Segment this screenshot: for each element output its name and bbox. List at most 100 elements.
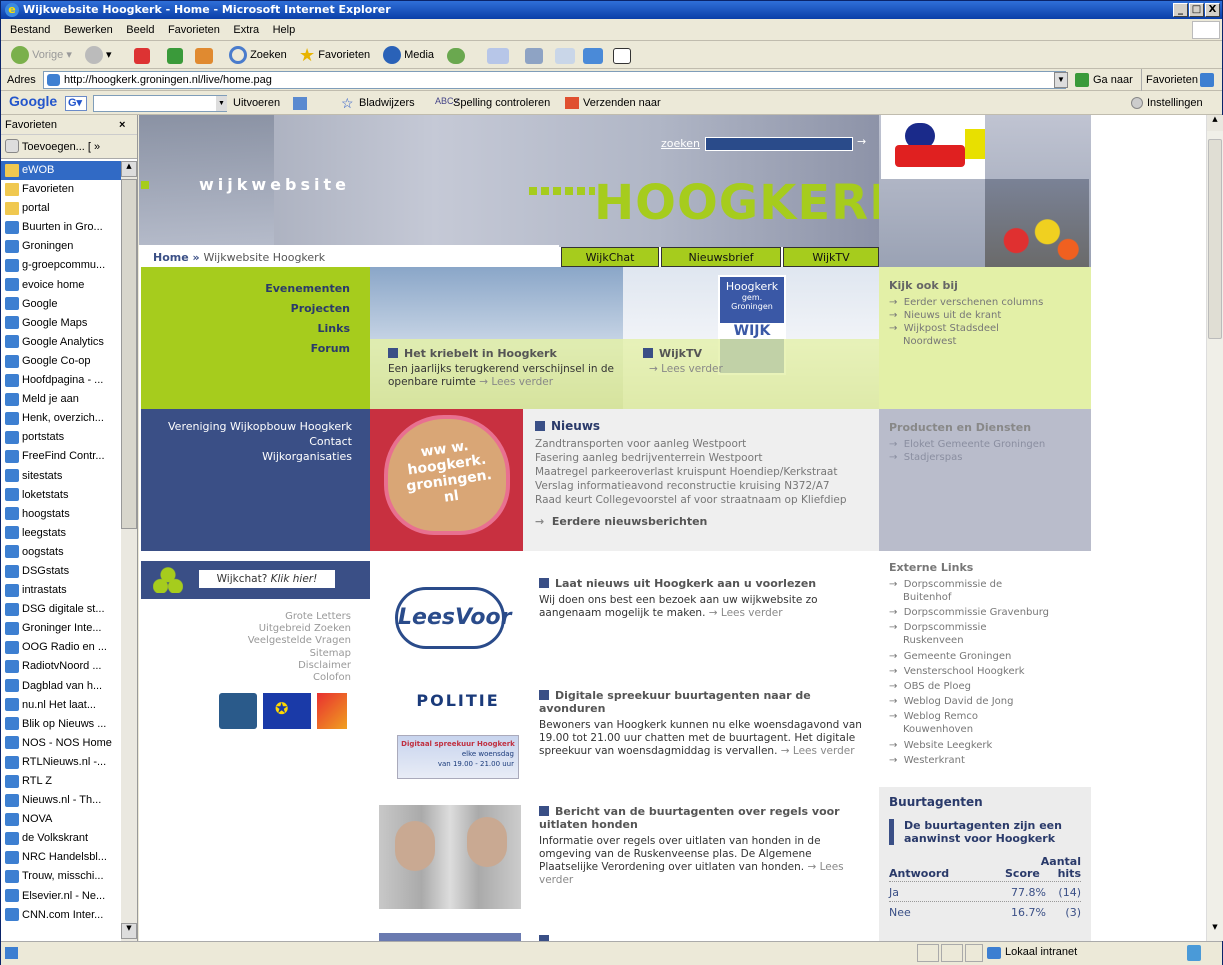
more-news-link[interactable]: → Eerdere nieuwsberichten	[535, 515, 879, 528]
favorite-item[interactable]: sitestats	[1, 467, 121, 486]
link-columns[interactable]: → Eerder verschenen columns	[889, 296, 1091, 309]
favorite-item[interactable]: oogstats	[1, 543, 121, 562]
article3-title[interactable]: Bericht van de buurtagenten over regels …	[539, 805, 869, 831]
external-link[interactable]: → Westerkrant	[889, 754, 1049, 767]
favorite-item[interactable]: NOS - NOS Home	[1, 734, 121, 753]
scroll-down-arrow[interactable]: ▼	[121, 923, 137, 939]
feature1-title[interactable]: Het kriebelt in Hoogkerk	[388, 347, 557, 360]
favorite-item[interactable]: leegstats	[1, 524, 121, 543]
tab-wijktv[interactable]: WijkTV	[783, 247, 879, 267]
favorites-links-button[interactable]: Favorieten	[1141, 69, 1202, 91]
menu-beeld[interactable]: Beeld	[126, 24, 154, 36]
lees-verder-link[interactable]: → Lees verder	[479, 376, 553, 388]
favorite-item[interactable]: de Volkskrant	[1, 829, 121, 848]
link-disclaimer[interactable]: Disclaimer	[141, 660, 351, 672]
link-uitgebreid-zoeken[interactable]: Uitgebreid Zoeken	[141, 623, 351, 635]
favorite-item[interactable]: portstats	[1, 428, 121, 447]
link-wijkpost[interactable]: → Wijkpost Stadsdeel Noordwest	[889, 322, 1039, 348]
favorite-item[interactable]: loketstats	[1, 486, 121, 505]
favorite-item[interactable]: hoogstats	[1, 505, 121, 524]
google-search-dropdown[interactable]: ▼	[216, 96, 227, 111]
favorite-item[interactable]: Elsevier.nl - Ne...	[1, 887, 121, 906]
link-grote-letters[interactable]: Grote Letters	[141, 611, 351, 623]
settings-button[interactable]: Instellingen	[1147, 96, 1203, 111]
bookmarks-button[interactable]: Bladwijzers	[359, 96, 415, 111]
close-button[interactable]: X	[1205, 3, 1220, 17]
favorite-item[interactable]: nu.nl Het laat...	[1, 696, 121, 715]
leesvoor-logo[interactable]: LeesVoor	[383, 577, 513, 657]
favorite-item[interactable]: NOVA	[1, 810, 121, 829]
favorites-button[interactable]: ★ Favorieten	[299, 45, 370, 65]
favorite-item[interactable]: Blik op Nieuws ...	[1, 715, 121, 734]
nav-contact[interactable]: Contact	[141, 434, 352, 449]
minimize-button[interactable]: _	[1173, 3, 1188, 17]
article1-title[interactable]: Laat nieuws uit Hoogkerk aan u voorlezen	[539, 577, 869, 590]
external-link[interactable]: → Weblog Remco Kouwenhoven	[889, 710, 1049, 736]
google-g-icon[interactable]: G▾	[65, 96, 87, 111]
page-scroll-thumb[interactable]	[1208, 139, 1222, 339]
lees-verder-link[interactable]: → Lees verder	[781, 745, 855, 757]
spellcheck-button[interactable]: Spelling controleren	[453, 96, 550, 111]
favorite-item[interactable]: CNN.com Inter...	[1, 906, 121, 925]
nav-evenementen[interactable]: Evenementen	[141, 279, 350, 299]
wijkchat-link[interactable]: Wijkchat? Klik hier!	[199, 570, 335, 588]
link-eloket[interactable]: → Eloket Gemeente Groningen	[889, 438, 1091, 451]
back-button[interactable]: Vorige ▾	[11, 45, 72, 65]
link-sitemap[interactable]: Sitemap	[141, 648, 351, 660]
tab-nieuwsbrief[interactable]: Nieuwsbrief	[661, 247, 781, 267]
favorite-item[interactable]: Hoofdpagina - ...	[1, 371, 121, 390]
favorite-item[interactable]: intrastats	[1, 581, 121, 600]
link-krant[interactable]: → Nieuws uit de krant	[889, 309, 1091, 322]
print-icon[interactable]	[525, 48, 543, 64]
favorite-item[interactable]: DSGstats	[1, 562, 121, 581]
favorite-item[interactable]: Buurten in Gro...	[1, 218, 121, 237]
external-link[interactable]: → Dorpscommissie Ruskenveen	[889, 621, 1049, 647]
news-item[interactable]: Fasering aanleg bedrijventerrein Westpoo…	[535, 451, 879, 465]
link-colofon[interactable]: Colofon	[141, 672, 351, 684]
stop-icon[interactable]	[134, 48, 150, 64]
favorite-item[interactable]: RTL Z	[1, 772, 121, 791]
search-go-arrow-icon[interactable]: →	[857, 135, 866, 148]
research-icon[interactable]	[613, 48, 631, 64]
favorite-item[interactable]: Trouw, misschi...	[1, 867, 121, 886]
sidebar-close-button[interactable]: ×	[119, 115, 125, 135]
google-options-icon[interactable]	[293, 97, 307, 110]
external-link[interactable]: → Website Leegkerk	[889, 739, 1049, 752]
go-button[interactable]: Ga naar	[1093, 69, 1133, 91]
maximize-button[interactable]: □	[1189, 3, 1204, 17]
favorite-item[interactable]: OOG Radio en ...	[1, 638, 121, 657]
tab-wijkchat[interactable]: WijkChat	[561, 247, 659, 267]
spreekuur-banner[interactable]: Digitaal spreekuur Hoogkerk elke woensda…	[397, 735, 519, 779]
address-dropdown[interactable]: ▼	[1054, 72, 1068, 88]
forward-button[interactable]: ▾	[85, 45, 112, 65]
external-link[interactable]: → Dorpscommissie Gravenburg	[889, 606, 1049, 619]
feature2-title[interactable]: WijkTV	[643, 347, 702, 360]
search-button[interactable]: Zoeken	[229, 45, 287, 65]
home-icon[interactable]	[195, 48, 213, 64]
wijkchat-banner[interactable]: Wijkchat? Klik hier!	[141, 561, 370, 599]
page-scrollbar[interactable]: ▲ ▼	[1206, 115, 1223, 941]
sidebar-scroll-thumb[interactable]	[121, 179, 137, 529]
mail-icon[interactable]	[487, 48, 509, 64]
media-button[interactable]: Media	[383, 45, 434, 65]
external-link[interactable]: → Weblog David de Jong	[889, 695, 1049, 708]
favorite-item[interactable]: g-groepcommu...	[1, 256, 121, 275]
external-link[interactable]: → Vensterschool Hoogkerk	[889, 665, 1049, 678]
favorite-item[interactable]: Groninger Inte...	[1, 619, 121, 638]
lees-verder-link[interactable]: → Lees verder	[649, 363, 723, 375]
favorite-item[interactable]: Google	[1, 295, 121, 314]
external-link[interactable]: → Gemeente Groningen	[889, 650, 1049, 663]
edit-icon[interactable]	[555, 48, 575, 64]
google-search-button[interactable]: Uitvoeren	[233, 96, 280, 111]
go-arrow-icon[interactable]	[1075, 73, 1089, 87]
nav-vereniging[interactable]: Vereniging Wijkopbouw Hoogkerk	[141, 419, 352, 434]
favorite-item[interactable]: portal	[1, 199, 121, 218]
sidebar-scrollbar[interactable]: ▲ ▼	[121, 161, 137, 941]
external-link[interactable]: → Dorpscommissie de Buitenhof	[889, 578, 1049, 604]
site-search-input[interactable]	[705, 137, 853, 151]
news-item[interactable]: Maatregel parkeeroverlast kruispunt Hoen…	[535, 465, 879, 479]
google-search-input[interactable]	[93, 95, 227, 112]
favorite-item[interactable]: Google Maps	[1, 314, 121, 333]
nav-wijkorganisaties[interactable]: Wijkorganisaties	[141, 449, 352, 464]
favorite-item[interactable]: RadiotvNoord ...	[1, 657, 121, 676]
